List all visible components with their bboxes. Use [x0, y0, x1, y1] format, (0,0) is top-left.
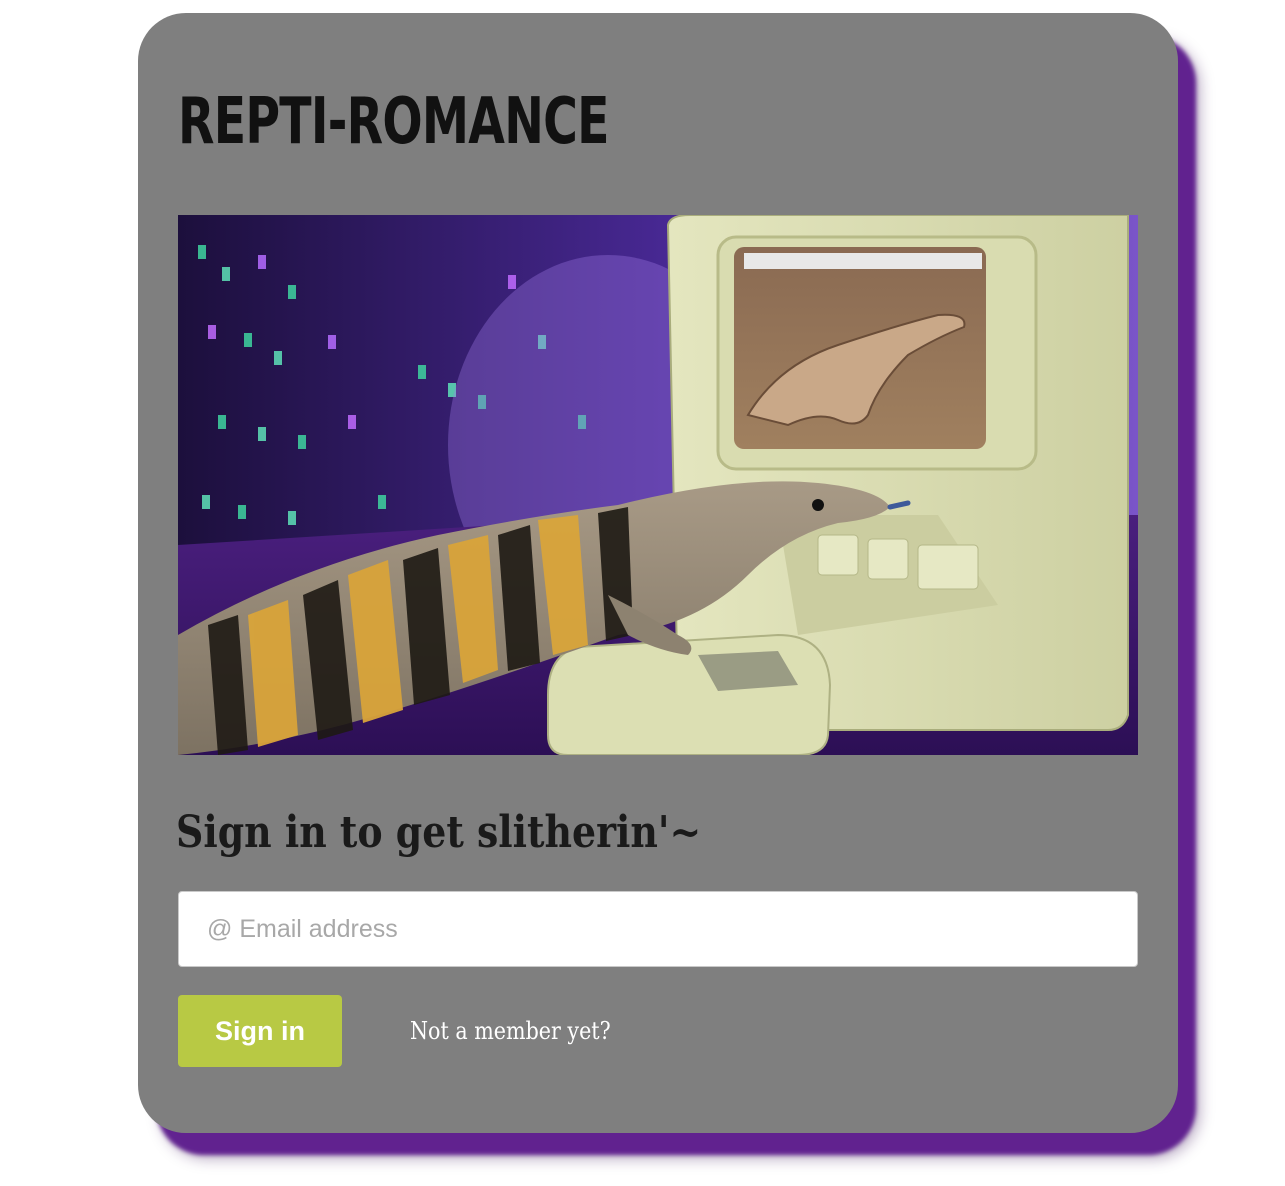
- lizard-at-computer-image: [178, 215, 1138, 755]
- email-field[interactable]: [178, 891, 1138, 967]
- not-a-member-link[interactable]: Not a member yet?: [410, 1013, 611, 1049]
- signin-heading: Sign in to get slitherin'~: [176, 807, 702, 858]
- login-card: REPTI-ROMANCE Sign in to get slitherin'~…: [138, 13, 1178, 1133]
- sign-in-button[interactable]: Sign in: [178, 995, 342, 1067]
- brand-logo: REPTI-ROMANCE: [178, 85, 609, 159]
- hero-image: [178, 215, 1138, 755]
